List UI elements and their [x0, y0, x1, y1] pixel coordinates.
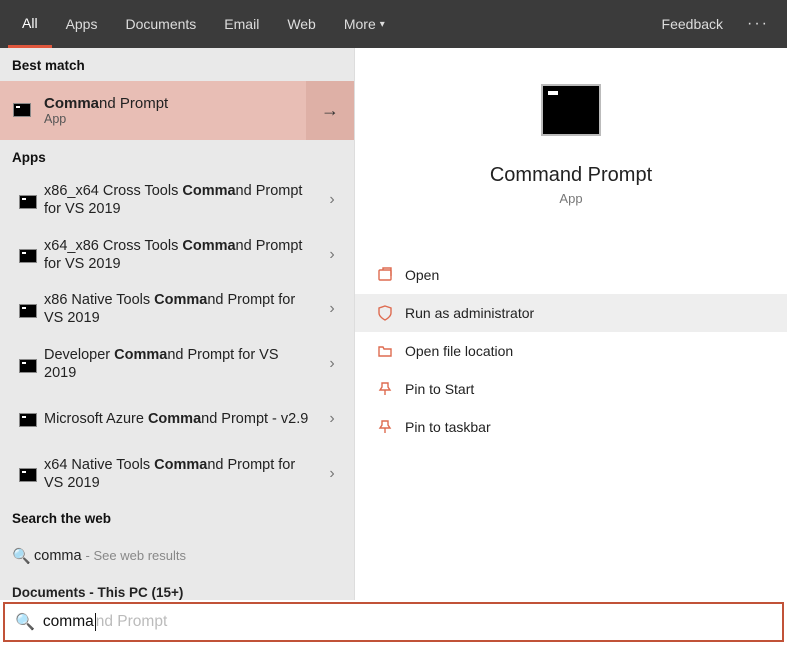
expand-result[interactable]: › [320, 246, 344, 264]
search-autocomplete: nd Prompt [96, 613, 168, 631]
search-web-header: Search the web [0, 501, 354, 534]
search-typed-text: comma [43, 613, 94, 631]
best-match-header: Best match [0, 48, 354, 81]
more-options-button[interactable]: ··· [737, 15, 779, 33]
app-result[interactable]: Microsoft Azure Command Prompt - v2.9 › [0, 392, 354, 447]
search-icon: 🔍 [12, 547, 34, 565]
pin-icon [377, 381, 405, 397]
command-prompt-icon [19, 468, 37, 482]
tab-more[interactable]: More▾ [330, 0, 399, 48]
expand-result[interactable]: › [320, 300, 344, 318]
command-prompt-icon [19, 413, 37, 427]
command-prompt-icon [541, 84, 601, 136]
app-result[interactable]: x64 Native Tools Command Prompt for VS 2… [0, 446, 354, 501]
expand-result[interactable]: › [320, 410, 344, 428]
tab-web[interactable]: Web [273, 0, 330, 48]
tab-apps[interactable]: Apps [52, 0, 112, 48]
best-match-result[interactable]: Command Prompt App → [0, 81, 354, 140]
shield-icon [377, 305, 405, 321]
search-icon: 🔍 [15, 612, 35, 632]
tab-documents[interactable]: Documents [111, 0, 210, 48]
action-open-file-location[interactable]: Open file location [355, 332, 787, 370]
expand-result[interactable]: › [320, 191, 344, 209]
results-panel: Best match Command Prompt App → Apps x86… [0, 48, 354, 600]
preview-subtitle: App [559, 191, 582, 206]
action-pin-to-start[interactable]: Pin to Start [355, 370, 787, 408]
action-pin-to-taskbar[interactable]: Pin to taskbar [355, 408, 787, 446]
app-result[interactable]: Developer Command Prompt for VS 2019 › [0, 337, 354, 392]
action-open[interactable]: Open [355, 256, 787, 294]
pin-icon [377, 419, 405, 435]
app-result[interactable]: x86 Native Tools Command Prompt for VS 2… [0, 282, 354, 337]
app-result[interactable]: x64_x86 Cross Tools Command Prompt for V… [0, 227, 354, 282]
expand-result[interactable]: › [320, 355, 344, 373]
expand-result[interactable]: › [320, 465, 344, 483]
search-input[interactable]: 🔍 command Prompt [3, 602, 784, 642]
arrow-right-icon: → [321, 100, 339, 121]
search-scope-tabs: All Apps Documents Email Web More▾ Feedb… [0, 0, 787, 48]
command-prompt-icon [19, 195, 37, 209]
best-match-title: Command Prompt [44, 95, 306, 112]
best-match-expand[interactable]: → [306, 81, 354, 140]
open-icon [377, 267, 405, 283]
feedback-link[interactable]: Feedback [648, 16, 737, 32]
action-run-as-administrator[interactable]: Run as administrator [355, 294, 787, 332]
command-prompt-icon [19, 249, 37, 263]
documents-header: Documents - This PC (15+) [0, 577, 354, 600]
app-result[interactable]: x86_x64 Cross Tools Command Prompt for V… [0, 173, 354, 228]
web-result[interactable]: 🔍 comma - See web results [0, 534, 354, 577]
command-prompt-icon [19, 359, 37, 373]
preview-panel: Command Prompt App Open Run as administr… [354, 48, 787, 600]
command-prompt-icon [19, 304, 37, 318]
preview-title: Command Prompt [490, 164, 652, 187]
chevron-down-icon: ▾ [380, 19, 385, 30]
best-match-subtitle: App [44, 112, 306, 126]
folder-icon [377, 343, 405, 359]
tab-all[interactable]: All [8, 0, 52, 48]
apps-header: Apps [0, 140, 354, 173]
tab-email[interactable]: Email [210, 0, 273, 48]
command-prompt-icon [13, 103, 31, 117]
